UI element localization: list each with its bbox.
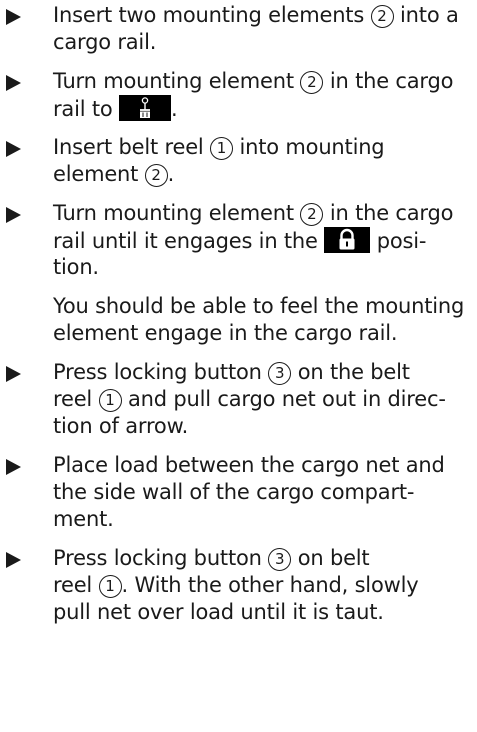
callout-number: 1: [98, 575, 122, 598]
step-text: Turn mounting element 2 in the cargo rai…: [53, 200, 473, 281]
text-line: Place load between the cargo net and: [53, 452, 473, 479]
callout-number: 2: [144, 164, 168, 187]
unlock-symbol-icon: [119, 95, 172, 121]
text-line: Turn mounting element 2 in the cargo: [53, 200, 473, 227]
text-line: tion.: [53, 254, 473, 281]
text-run: Press locking button: [53, 360, 269, 384]
text-run: Insert two mounting elements: [53, 3, 371, 27]
bullet-arrow-icon: [6, 542, 26, 569]
text-run: on the belt: [291, 360, 410, 384]
step-text: Insert two mounting elements 2 into a ca…: [53, 2, 473, 56]
text-run: into a: [393, 3, 459, 27]
callout-number: 1: [98, 389, 122, 412]
text-run: Insert belt reel: [53, 135, 211, 159]
text-line: the side wall of the cargo compart-: [53, 479, 473, 506]
text-line: Insert two mounting elements 2 into a: [53, 2, 473, 29]
text-line: rail to .: [53, 95, 473, 122]
text-line: You should be able to feel the mounting: [53, 294, 465, 318]
text-run: rail until it engages in the: [53, 229, 325, 253]
step-text: Insert belt reel 1 into mounting element…: [53, 134, 473, 188]
text-line: element 2.: [53, 161, 473, 188]
text-run: Place load between the cargo net and: [53, 453, 445, 477]
text-run: element: [53, 162, 145, 186]
bullet-arrow-icon: [6, 0, 26, 26]
text-run: the side wall of the cargo compart-: [53, 480, 415, 504]
instruction-page: Insert two mounting elements 2 into a ca…: [0, 0, 477, 732]
text-run: rail to: [53, 97, 120, 121]
callout-number: 2: [300, 71, 324, 94]
step-text: Place load between the cargo net and the …: [53, 452, 473, 533]
text-line: tion of arrow.: [53, 413, 473, 440]
bullet-arrow-icon: [6, 65, 26, 92]
callout-number: 3: [268, 548, 292, 571]
text-run: . With the other hand, slowly: [121, 573, 419, 597]
text-line: pull net over load until it is taut.: [53, 599, 473, 626]
text-run: .: [171, 97, 178, 121]
callout-number: 2: [370, 5, 394, 28]
text-line: element engage in the cargo rail.: [53, 321, 398, 345]
text-run: reel: [53, 573, 99, 597]
step-text: Press locking button 3 on the belt reel …: [53, 359, 473, 440]
bullet-arrow-icon: [6, 197, 26, 224]
text-line: Turn mounting element 2 in the cargo: [53, 68, 473, 95]
text-line: Insert belt reel 1 into mounting: [53, 134, 473, 161]
lock-symbol-icon: [324, 227, 371, 253]
text-run: tion.: [53, 255, 99, 279]
text-run: reel: [53, 387, 99, 411]
text-run: Turn mounting element: [53, 69, 301, 93]
bullet-arrow-icon: [6, 449, 26, 476]
text-run: on belt: [291, 546, 370, 570]
text-run: posi-: [370, 229, 427, 253]
text-line: rail until it engages in the posi-: [53, 227, 473, 254]
text-line: Press locking button 3 on the belt: [53, 359, 473, 386]
text-line: cargo rail.: [53, 29, 473, 56]
text-run: in the cargo: [323, 69, 454, 93]
callout-number: 2: [300, 203, 324, 226]
step-text: Press locking button 3 on belt reel 1. Wi…: [53, 545, 473, 626]
text-line: ment.: [53, 506, 473, 533]
text-line: reel 1 and pull cargo net out in direc-: [53, 386, 473, 413]
text-run: and pull cargo net out in direc-: [121, 387, 446, 411]
note-text: You should be able to feel the mounting …: [53, 293, 473, 347]
text-run: .: [167, 162, 175, 186]
text-run: Press locking button: [53, 546, 269, 570]
text-run: into mounting: [233, 135, 385, 159]
text-line: Press locking button 3 on belt: [53, 545, 473, 572]
bullet-arrow-icon: [6, 131, 26, 158]
step-text: Turn mounting element 2 in the cargo rai…: [53, 68, 473, 122]
bullet-arrow-icon: [6, 356, 26, 383]
text-run: tion of arrow.: [53, 414, 189, 438]
text-run: pull net over load until it is taut.: [53, 600, 384, 624]
text-run: in the cargo: [323, 201, 454, 225]
text-line: reel 1. With the other hand, slowly: [53, 572, 473, 599]
text-run: cargo rail.: [53, 30, 157, 54]
text-run: Turn mounting element: [53, 201, 301, 225]
callout-number: 1: [210, 137, 234, 160]
text-run: ment.: [53, 507, 114, 531]
callout-number: 3: [268, 362, 292, 385]
